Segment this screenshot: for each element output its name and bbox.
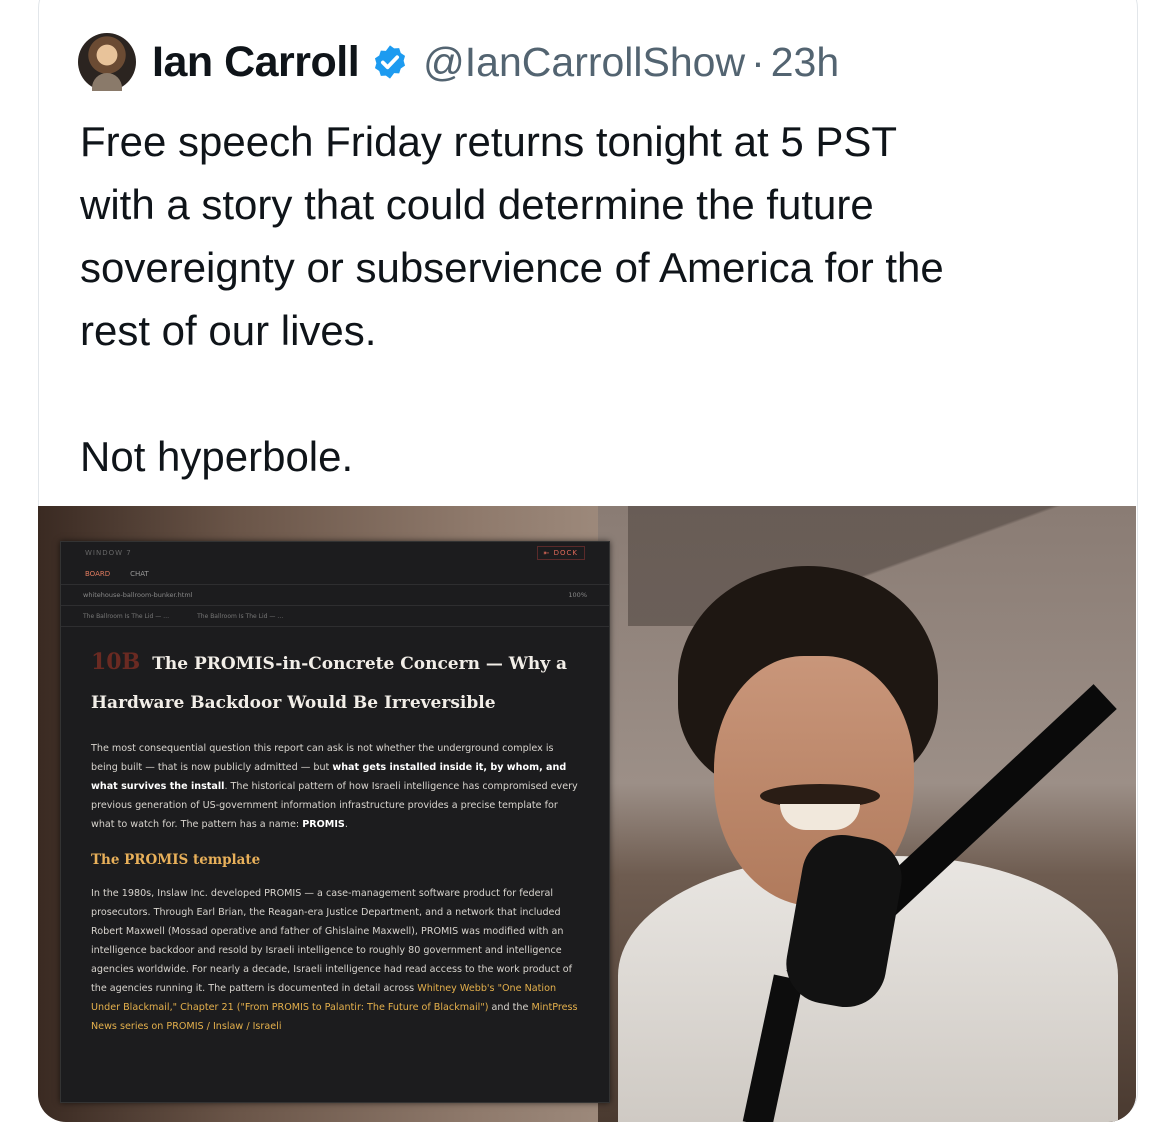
subheading: The PROMIS template — [91, 852, 261, 868]
author-handle[interactable]: @IanCarrollShow — [423, 39, 745, 86]
paragraph-1: The most consequential question this rep… — [91, 739, 579, 834]
file-path-bar: whitehouse-ballroom-bunker.html 100% — [61, 585, 609, 606]
section-number: 10B — [91, 649, 141, 675]
tweet-header: Ian Carroll @IanCarrollShow · 23h — [78, 30, 839, 94]
author-name[interactable]: Ian Carroll — [152, 38, 360, 87]
zoom-level: 100% — [568, 591, 587, 599]
avatar[interactable] — [78, 33, 136, 91]
p2-text-b: and the — [488, 1002, 532, 1013]
window-label: WINDOW 7 — [85, 549, 132, 557]
separator-dot: · — [751, 38, 765, 85]
document-tabs: The Ballroom Is The Lid — … The Ballroom… — [61, 606, 609, 627]
section-heading: 10B The PROMIS-in-Concrete Concern — Why … — [91, 643, 579, 723]
p1-end: . — [344, 819, 348, 830]
tweet-media[interactable]: WINDOW 7 ⇤ DOCK BOARD CHAT whitehouse-ba… — [38, 506, 1136, 1122]
window-topbar: WINDOW 7 ⇤ DOCK — [61, 542, 609, 564]
p2-text-a: In the 1980s, Inslaw Inc. developed PROM… — [91, 888, 572, 994]
tab-board[interactable]: BOARD — [85, 570, 110, 578]
screen-overlay-window: WINDOW 7 ⇤ DOCK BOARD CHAT whitehouse-ba… — [60, 541, 610, 1103]
doc-tab-1[interactable]: The Ballroom Is The Lid — … — [83, 613, 169, 620]
p1-name: PROMIS — [302, 819, 345, 830]
verified-badge-icon — [375, 45, 406, 79]
tab-chat[interactable]: CHAT — [130, 570, 149, 578]
document-body: 10B The PROMIS-in-Concrete Concern — Why … — [61, 627, 609, 1036]
dock-button[interactable]: ⇤ DOCK — [536, 546, 585, 560]
section-title: The PROMIS-in-Concrete Concern — Why a H… — [91, 654, 568, 713]
window-tabs: BOARD CHAT — [61, 564, 609, 585]
tweet-text: Free speech Friday returns tonight at 5 … — [80, 118, 944, 480]
file-path: whitehouse-ballroom-bunker.html — [83, 591, 193, 599]
timestamp[interactable]: 23h — [771, 39, 839, 86]
doc-tab-2[interactable]: The Ballroom Is The Lid — … — [197, 613, 283, 620]
paragraph-2: In the 1980s, Inslaw Inc. developed PROM… — [91, 884, 579, 1036]
